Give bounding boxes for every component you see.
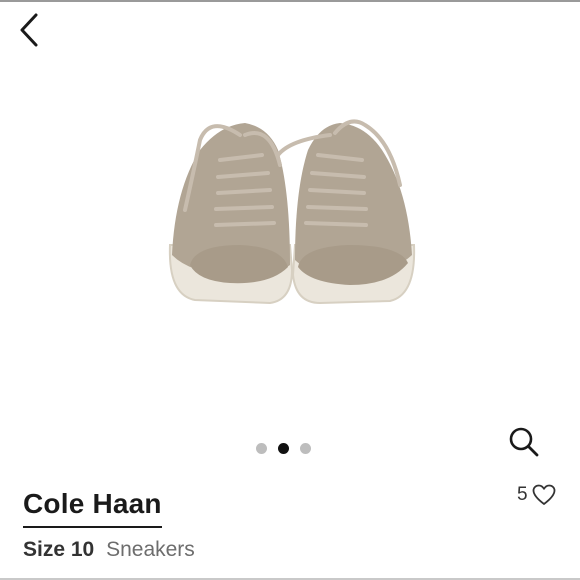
carousel-dot-2[interactable] (278, 443, 289, 454)
carousel-dot-1[interactable] (256, 443, 267, 454)
back-button[interactable] (12, 10, 48, 50)
chevron-left-icon (20, 13, 38, 47)
product-meta: Size 10 Sneakers (23, 538, 195, 562)
brand-link[interactable]: Cole Haan (23, 488, 162, 520)
zoom-button[interactable] (506, 424, 542, 460)
carousel-pagination (256, 443, 311, 454)
search-icon (509, 427, 539, 457)
listing-page: Cole Haan Size 10 Sneakers 5 (0, 0, 580, 580)
heart-icon (532, 484, 555, 505)
like-button[interactable]: 5 (517, 484, 556, 506)
size-value: 10 (70, 538, 95, 561)
category-label[interactable]: Sneakers (106, 538, 195, 561)
likes-count: 5 (517, 484, 528, 505)
carousel-dot-3[interactable] (300, 443, 311, 454)
product-image[interactable] (150, 95, 430, 325)
brand-underline (23, 526, 162, 528)
size-label: Size (23, 538, 66, 561)
top-divider (0, 0, 580, 2)
sneakers-illustration (168, 119, 416, 305)
